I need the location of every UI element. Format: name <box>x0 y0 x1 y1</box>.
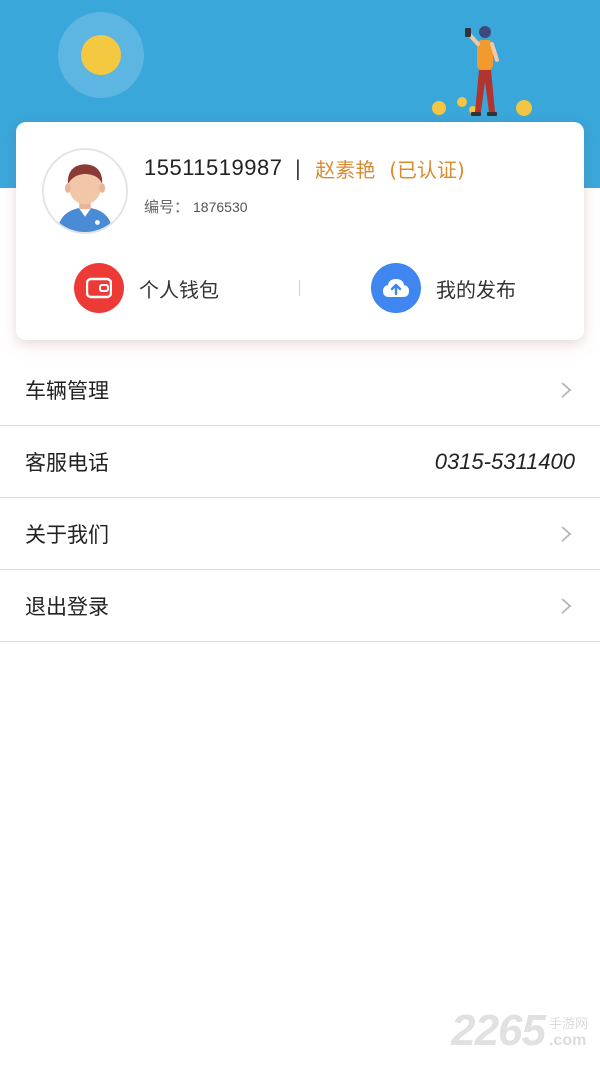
cloud-upload-icon <box>371 263 421 313</box>
settings-menu: 车辆管理 客服电话 0315-5311400 关于我们 退出登录 <box>0 354 600 642</box>
menu-item-vehicle-management[interactable]: 车辆管理 <box>0 354 600 426</box>
sun-icon <box>81 35 121 75</box>
menu-item-label: 客服电话 <box>25 450 109 475</box>
menu-item-logout[interactable]: 退出登录 <box>0 570 600 642</box>
chevron-right-icon <box>561 597 572 614</box>
user-avatar-icon[interactable] <box>42 148 128 234</box>
wallet-icon <box>74 263 124 313</box>
user-info-line: 15511519987 | 赵素艳 (已认证) <box>144 152 465 184</box>
separator: | <box>294 156 302 180</box>
chevron-right-icon <box>561 381 572 398</box>
actions-divider <box>299 280 300 296</box>
profile-card: 15511519987 | 赵素艳 (已认证) 编号： 1876530 个人钱包 <box>16 122 584 340</box>
user-phone: 15511519987 <box>144 155 283 180</box>
user-id-value: 1876530 <box>193 198 248 215</box>
my-posts-button[interactable]: 我的发布 <box>371 262 516 314</box>
menu-item-label: 退出登录 <box>25 594 109 619</box>
user-id-label: 编号： <box>144 198 190 216</box>
menu-item-about-us[interactable]: 关于我们 <box>0 498 600 570</box>
verified-badge: (已认证) <box>389 157 465 182</box>
person-with-phone-illustration <box>432 26 532 116</box>
quick-actions: 个人钱包 我的发布 <box>16 262 584 314</box>
menu-item-label: 车辆管理 <box>25 378 109 403</box>
user-id-line: 编号： 1876530 <box>144 196 248 217</box>
menu-item-label: 关于我们 <box>25 522 109 547</box>
site-watermark: 2265 手游网 .com <box>451 1006 588 1056</box>
my-posts-label: 我的发布 <box>436 277 516 302</box>
chevron-right-icon <box>561 525 572 542</box>
watermark-domain: .com <box>548 1032 587 1049</box>
user-name: 赵素艳 <box>315 157 376 182</box>
wallet-button[interactable]: 个人钱包 <box>74 262 219 314</box>
customer-service-phone[interactable]: 0315-5311400 <box>435 449 575 475</box>
menu-item-customer-service[interactable]: 客服电话 0315-5311400 <box>0 426 600 498</box>
wallet-label: 个人钱包 <box>139 277 219 302</box>
watermark-cn: 手游网 <box>548 1017 588 1032</box>
watermark-number: 2265 <box>451 1006 546 1055</box>
